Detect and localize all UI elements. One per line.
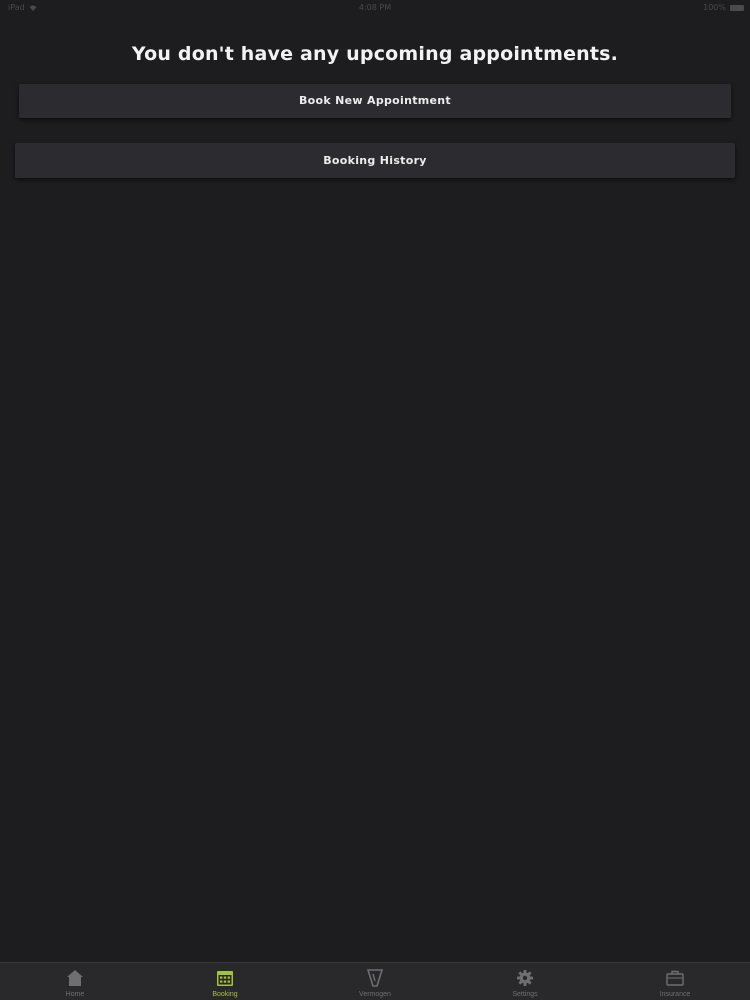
status-right: 100% xyxy=(703,0,744,16)
tab-booking[interactable]: Booking xyxy=(150,963,300,1000)
booking-screen: iPad 4:08 PM 100% You don't have any upc… xyxy=(0,0,750,1000)
battery-icon xyxy=(730,5,744,11)
tab-label-home: Home xyxy=(65,991,85,998)
tab-label-settings: Settings xyxy=(512,991,538,998)
tab-bar: Home Booking Vermogen Settings Insurance xyxy=(0,962,750,1000)
status-time: 4:08 PM xyxy=(358,3,392,12)
tab-home[interactable]: Home xyxy=(0,963,150,1000)
tab-settings[interactable]: Settings xyxy=(450,963,600,1000)
gear-icon xyxy=(517,970,533,986)
tab-label-vermogen: Vermogen xyxy=(359,991,391,998)
home-icon xyxy=(67,970,83,986)
calendar-icon xyxy=(217,971,233,986)
battery-percent: 100% xyxy=(703,3,726,12)
tab-label-insurance: Insurance xyxy=(659,991,691,998)
status-bar: iPad 4:08 PM 100% xyxy=(0,0,750,16)
tab-insurance[interactable]: Insurance xyxy=(600,963,750,1000)
tab-label-booking: Booking xyxy=(212,991,238,998)
briefcase-icon xyxy=(666,970,684,986)
v-logo-icon xyxy=(366,969,384,987)
tab-vermogen[interactable]: Vermogen xyxy=(300,963,450,1000)
booking-history-button[interactable]: Booking History xyxy=(15,143,735,178)
book-new-appointment-button[interactable]: Book New Appointment xyxy=(19,84,731,118)
empty-appointments-message: You don't have any upcoming appointments… xyxy=(131,43,619,65)
